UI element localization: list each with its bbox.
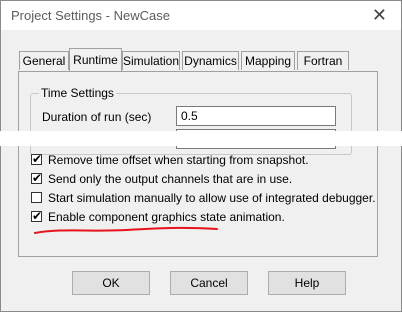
checkbox-box[interactable]: ✔ [31,209,43,223]
tab-mapping[interactable]: Mapping [241,51,295,70]
tab-general[interactable]: General [19,51,69,70]
cancel-button[interactable]: Cancel [170,271,248,295]
tab-dynamics[interactable]: Dynamics [182,51,239,70]
checkbox-label: Enable component graphics state animatio… [48,210,285,224]
help-button[interactable]: Help [268,271,346,295]
close-icon[interactable]: ✕ [372,5,387,25]
checkbox-label: Send only the output channels that are i… [48,172,293,186]
window-title: Project Settings - NewCase [11,8,170,23]
screenshot-gap [0,131,402,146]
title-bar: Project Settings - NewCase ✕ [1,1,401,30]
project-settings-dialog: Project Settings - NewCase ✕ General Run… [0,0,402,312]
checkbox-box[interactable]: ✔ [31,152,43,166]
checkbox-box[interactable]: ✔ [31,171,43,185]
tab-runtime[interactable]: Runtime [69,48,122,71]
check-icon: ✔ [32,171,43,185]
check-icon: ✔ [32,209,43,223]
time-settings-legend: Time Settings [39,86,116,100]
duration-input[interactable] [176,106,336,126]
tab-simulation[interactable]: Simulation [122,51,180,70]
duration-label: Duration of run (sec) [42,110,152,124]
checkbox-box[interactable] [31,192,42,203]
tab-fortran[interactable]: Fortran [297,51,349,70]
checkbox-label: Remove time offset when starting from sn… [48,153,309,167]
ok-button[interactable]: OK [72,271,150,295]
check-icon: ✔ [32,152,43,166]
red-underline-annotation [34,226,218,234]
checkbox-label: Start simulation manually to allow use o… [48,191,376,205]
